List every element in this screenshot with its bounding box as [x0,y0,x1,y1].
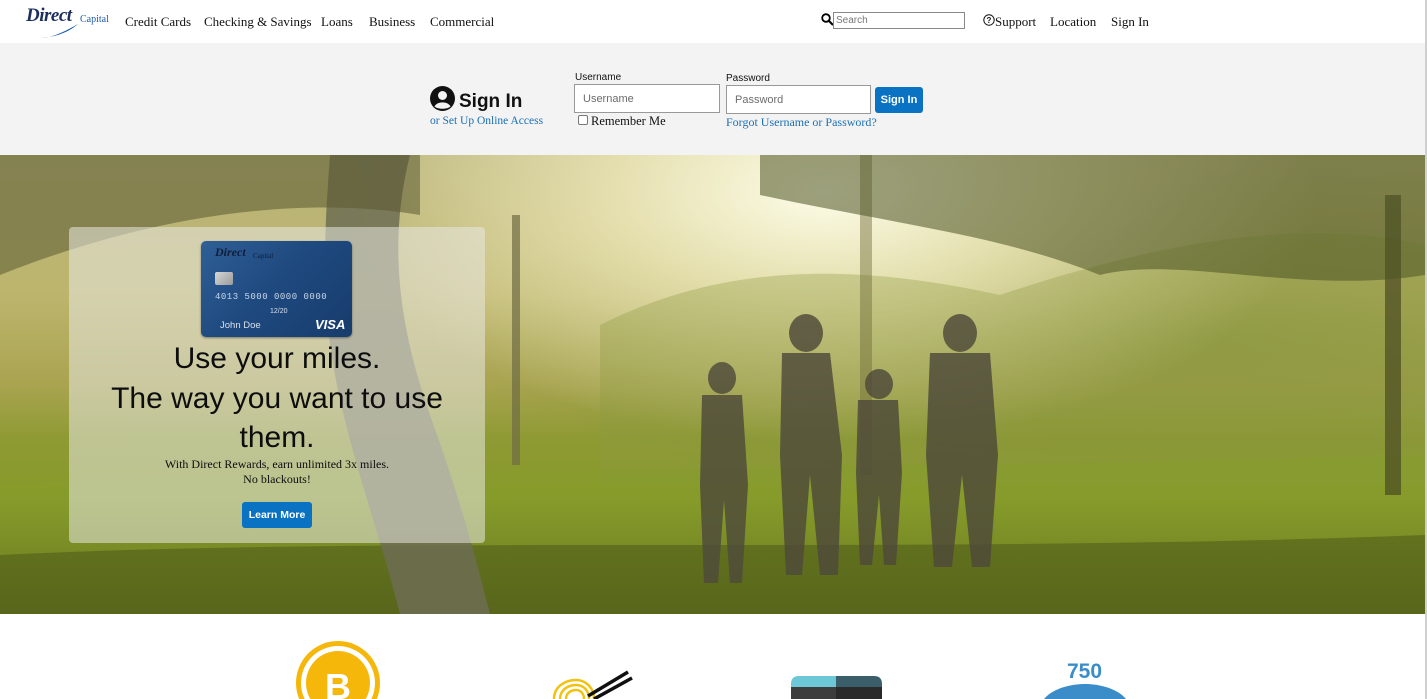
nav-location[interactable]: Location [1050,14,1096,30]
credit-card-image: Direct Capital 4013 5000 0000 0000 12/20… [201,241,352,337]
subtext-line-1: With Direct Rewards, earn unlimited 3x m… [164,457,390,471]
subtext-line-2: No blackouts! [243,472,311,486]
setup-online-access-link[interactable]: or Set Up Online Access [430,115,543,127]
visa-logo: VISA [315,317,346,332]
search-input[interactable] [833,12,965,29]
top-navigation: Direct Capital Credit Cards Checking & S… [0,0,1427,43]
logo-swoosh-icon [42,24,78,38]
logo-subtext: Capital [80,14,109,25]
user-account-icon [430,86,455,111]
promo-subtext: With Direct Rewards, earn unlimited 3x m… [69,457,485,487]
promo-headline: Use your miles. The way you want to use … [69,339,485,458]
noodles-icon[interactable] [548,668,634,699]
credit-score-value: 750 [1067,660,1103,683]
nav-credit-cards[interactable]: Credit Cards [125,14,191,30]
svg-text:B: B [325,666,351,699]
card-expiry: 12/20 [270,308,288,315]
headline-line-1: Use your miles. [173,342,381,375]
headline-line-3: them. [239,421,315,454]
forgot-credentials-link[interactable]: Forgot Username or Password? [726,115,877,130]
card-brand: Direct [215,245,246,259]
learn-more-button[interactable]: Learn More [242,502,312,528]
remember-me-checkbox[interactable] [578,115,588,125]
brand-logo[interactable]: Direct Capital [26,5,109,39]
card-chip-icon [215,272,233,285]
signin-button[interactable]: Sign In [875,87,923,113]
nav-business[interactable]: Business [369,14,415,30]
card-holder-name: John Doe [220,320,261,331]
nav-sign-in[interactable]: Sign In [1111,14,1149,30]
svg-text:?: ? [987,16,992,25]
credit-score-icon[interactable] [1044,684,1126,699]
password-label: Password [726,73,770,84]
remember-me-label: Remember Me [591,114,666,128]
signin-title: Sign In [459,91,523,112]
username-field[interactable] [574,84,720,113]
help-circle-icon: ? [983,14,995,26]
bitcoin-icon[interactable]: B [293,638,383,699]
headline-line-2: The way you want to use [111,381,443,415]
card-brand-sub: Capital [253,252,274,260]
username-label: Username [575,72,622,83]
password-field[interactable] [726,85,871,114]
nav-support[interactable]: Support [995,14,1036,30]
nav-checking-savings[interactable]: Checking & Savings [204,14,312,30]
card-number: 4013 5000 0000 0000 [215,292,328,302]
wallet-card-icon[interactable] [791,676,882,699]
nav-commercial[interactable]: Commercial [430,14,494,30]
nav-loans[interactable]: Loans [321,14,353,30]
